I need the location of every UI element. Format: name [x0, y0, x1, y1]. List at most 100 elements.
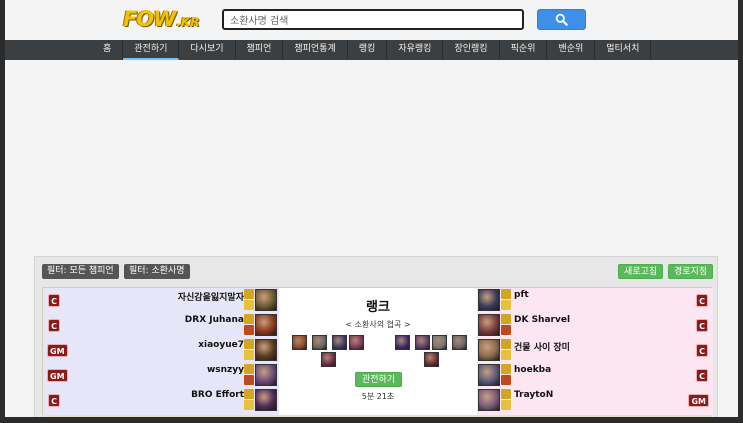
map-name: < 소환사의 협곡 >: [345, 320, 411, 329]
tier-badge: C: [48, 294, 60, 307]
tier-badge: C: [696, 369, 708, 382]
summoner-name[interactable]: 자신감을잃지말자: [178, 290, 244, 303]
player-row[interactable]: GM TraytoN: [477, 389, 713, 413]
match-card: C 자신감을잃지말자 C DRX Juhana GM xiaoyue7 GM wsnzyy C B…: [42, 287, 713, 417]
summoner-spells: [501, 289, 511, 311]
summoner-spells: [244, 389, 254, 411]
logo-text: FOW: [123, 7, 176, 31]
card-border: [42, 415, 712, 417]
banned-champion: [321, 352, 336, 367]
search-button[interactable]: [537, 9, 586, 30]
summoner-name[interactable]: wsnzyy: [207, 365, 244, 375]
spell-icon: [244, 364, 254, 374]
player-row[interactable]: C BRO Effort: [43, 389, 279, 413]
summoner-name[interactable]: hoekba: [514, 365, 551, 375]
player-row[interactable]: GM wsnzyy: [43, 364, 279, 388]
filter-champion-button[interactable]: 필터: 모든 챔피언: [42, 264, 119, 279]
banned-champion: [292, 335, 307, 350]
tier-badge: GM: [47, 369, 68, 382]
spell-icon: [501, 325, 511, 335]
player-row[interactable]: Choekba: [477, 364, 713, 388]
player-row[interactable]: C DK Sharvel: [477, 314, 713, 338]
summoner-spells: [244, 364, 254, 386]
player-row[interactable]: C 자신감을잃지말자: [43, 289, 279, 313]
page: FOW .KR 홈관전하기다시보기챔피언챔피언통계랭킹자유랭킹장인랭킹픽순위밴순…: [5, 0, 738, 417]
champion-portrait[interactable]: [255, 364, 277, 386]
nav-item[interactable]: 밴순위: [547, 40, 596, 60]
player-row[interactable]: C 건물 사이 장미: [477, 339, 713, 363]
nav-item[interactable]: 관전하기: [123, 40, 180, 60]
spell-icon: [244, 375, 254, 385]
spell-icon: [244, 339, 254, 349]
summoner-spells: [501, 389, 511, 411]
champion-portrait[interactable]: [255, 339, 277, 361]
summoner-name[interactable]: 건물 사이 장미: [514, 340, 570, 353]
summoner-name[interactable]: DRX Juhana: [185, 315, 244, 325]
champion-portrait[interactable]: [478, 364, 500, 386]
tier-badge: C: [696, 319, 708, 332]
tier-badge: GM: [47, 344, 68, 357]
spell-icon: [501, 375, 511, 385]
champion-portrait[interactable]: [255, 314, 277, 336]
header: FOW .KR: [5, 0, 738, 40]
player-row[interactable]: C DRX Juhana: [43, 314, 279, 338]
filter-summoner-button[interactable]: 필터: 소환사명: [124, 264, 190, 279]
summoner-name[interactable]: BRO Effort: [191, 390, 244, 400]
champion-portrait[interactable]: [478, 289, 500, 311]
watch-button[interactable]: 관전하기: [355, 372, 402, 387]
banned-champion: [332, 335, 347, 350]
spell-icon: [501, 389, 511, 399]
champion-portrait[interactable]: [478, 314, 500, 336]
tier-badge: C: [696, 294, 708, 307]
summoner-name[interactable]: DK Sharvel: [514, 315, 570, 325]
banned-champion: [424, 352, 439, 367]
player-row[interactable]: GM xiaoyue7: [43, 339, 279, 363]
summoner-name[interactable]: xiaoyue7: [198, 340, 244, 350]
spectate-panel: 필터: 모든 챔피언 필터: 소환사명 새로고침 경로지정 C 자신감을잃지말자 C…: [34, 256, 718, 417]
spell-icon: [244, 400, 254, 410]
match-center: 랭크 < 소환사의 협곡 > 관전하기 5분 21초: [279, 288, 477, 417]
summoner-spells: [501, 364, 511, 386]
banned-champion: [415, 335, 430, 350]
search-icon: [555, 13, 568, 26]
red-team: Cpft C DK Sharvel C 건물 사이 장미 Choekba GM TraytoN: [477, 288, 713, 417]
summoner-spells: [501, 314, 511, 336]
tier-badge: C: [48, 319, 60, 332]
spell-icon: [501, 339, 511, 349]
nav-item[interactable]: 멀티서치: [595, 40, 652, 60]
summoner-spells: [501, 339, 511, 361]
banned-champion: [312, 335, 327, 350]
summoner-spells: [244, 289, 254, 311]
champion-portrait[interactable]: [478, 339, 500, 361]
champion-portrait[interactable]: [255, 289, 277, 311]
nav-item[interactable]: 다시보기: [179, 40, 236, 60]
summoner-spells: [244, 314, 254, 336]
nav-item[interactable]: 자유랭킹: [387, 40, 444, 60]
main-nav: 홈 관전하기 다시보기 챔피언 챔피언통계 랭킹 자유랭킹 장인랭킹 픽순위 밴순위 멀티서치: [5, 40, 738, 60]
champion-portrait[interactable]: [255, 389, 277, 411]
nav-item[interactable]: 챔피언: [236, 40, 284, 60]
game-mode: 랭크: [366, 300, 390, 315]
nav-item[interactable]: 픽순위: [500, 40, 548, 60]
refresh-button[interactable]: 새로고침: [618, 264, 664, 279]
summoner-name[interactable]: pft: [514, 290, 529, 300]
spell-icon: [501, 350, 511, 360]
player-row[interactable]: Cpft: [477, 289, 713, 313]
champion-portrait[interactable]: [478, 389, 500, 411]
blue-team: C 자신감을잃지말자 C DRX Juhana GM xiaoyue7 GM wsnzyy C B…: [43, 288, 279, 417]
banned-champion: [432, 335, 447, 350]
route-button[interactable]: 경로지정: [668, 264, 714, 279]
banned-champion: [395, 335, 410, 350]
nav-item[interactable]: 장인랭킹: [443, 40, 500, 60]
summoner-name[interactable]: TraytoN: [514, 390, 553, 400]
summoner-spells: [244, 339, 254, 361]
nav-item[interactable]: 랭킹: [348, 40, 388, 60]
nav-item[interactable]: 챔피언통계: [283, 40, 348, 60]
banned-champion: [349, 335, 364, 350]
nav-item[interactable]: 홈: [92, 40, 124, 60]
site-logo[interactable]: FOW .KR: [123, 7, 199, 33]
tier-badge: C: [48, 394, 60, 407]
spell-icon: [244, 350, 254, 360]
ad-area: [5, 60, 738, 255]
search-input[interactable]: [222, 9, 524, 30]
